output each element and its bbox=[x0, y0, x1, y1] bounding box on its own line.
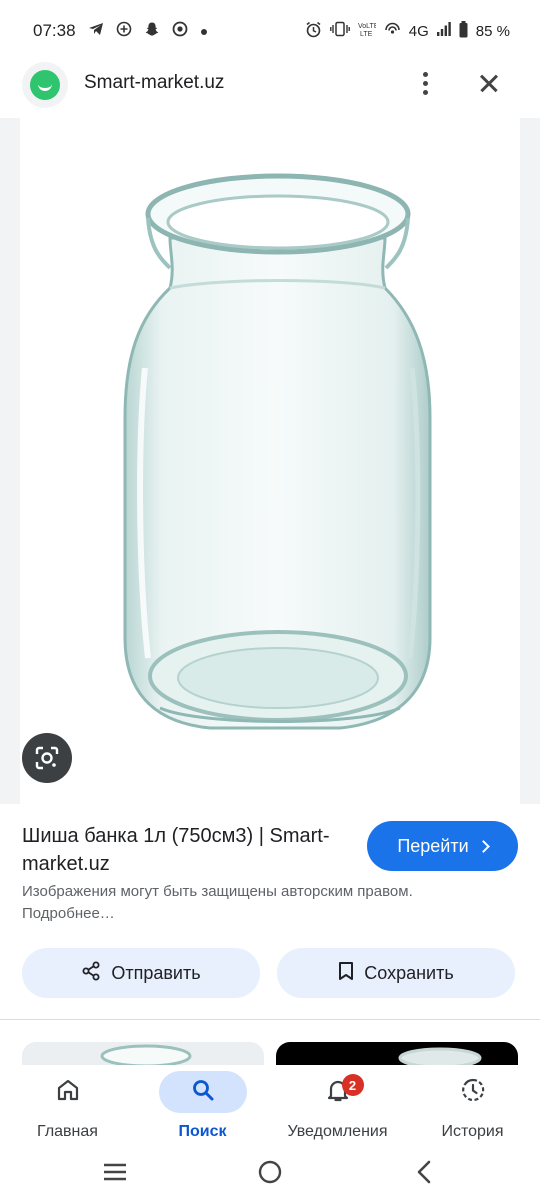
copyright-notice[interactable]: Изображения могут быть защищены авторски… bbox=[22, 881, 442, 925]
related-image-thumbnail[interactable] bbox=[22, 1042, 264, 1066]
nav-label-search: Поиск bbox=[178, 1123, 227, 1140]
telegram-icon bbox=[88, 22, 104, 40]
visit-button[interactable]: Перейти bbox=[367, 821, 518, 871]
nav-item-home[interactable]: Главная bbox=[0, 1065, 135, 1151]
network-type: 4G bbox=[408, 22, 429, 40]
signal-icon bbox=[436, 21, 451, 41]
alarm-icon bbox=[305, 21, 322, 42]
home-icon bbox=[55, 1077, 81, 1108]
volte-icon: VoLTELTE bbox=[358, 21, 379, 41]
image-preview-area bbox=[0, 118, 540, 804]
svg-text:LTE: LTE bbox=[360, 31, 373, 37]
result-title[interactable]: Шиша банка 1л (750см3) | Smart-market.uz bbox=[22, 822, 352, 878]
product-image[interactable] bbox=[20, 118, 520, 804]
bookmark-icon bbox=[338, 961, 354, 986]
recent-apps-icon[interactable] bbox=[102, 1161, 128, 1188]
site-logo[interactable] bbox=[22, 62, 68, 108]
search-icon bbox=[190, 1077, 216, 1108]
nav-label-history: История bbox=[441, 1123, 504, 1140]
nav-item-history[interactable]: История bbox=[405, 1065, 540, 1151]
site-name[interactable]: Smart-market.uz bbox=[84, 72, 224, 94]
nav-label-notifications: Уведомления bbox=[287, 1123, 388, 1140]
close-icon[interactable] bbox=[470, 64, 508, 102]
related-image-thumbnail[interactable] bbox=[276, 1042, 518, 1066]
vibrate-icon bbox=[329, 21, 350, 41]
google-lens-icon[interactable] bbox=[22, 733, 72, 783]
nav-label-home: Главная bbox=[37, 1123, 98, 1140]
save-button[interactable]: Сохранить bbox=[277, 948, 515, 998]
visit-button-label: Перейти bbox=[397, 835, 469, 856]
dot-icon bbox=[200, 23, 208, 40]
back-icon[interactable] bbox=[414, 1159, 434, 1190]
divider bbox=[0, 1019, 540, 1020]
battery-icon bbox=[459, 20, 468, 42]
bottom-navigation: Главная Поиск 2 Уведомления История bbox=[0, 1065, 540, 1151]
source-header: Smart-market.uz bbox=[0, 62, 540, 118]
hotspot-icon bbox=[384, 21, 401, 41]
nav-item-notifications[interactable]: 2 Уведомления bbox=[270, 1065, 405, 1151]
status-bar: 07:38 VoLTELTE 4G bbox=[0, 0, 540, 62]
status-time: 07:38 bbox=[33, 21, 76, 40]
add-circle-icon bbox=[116, 21, 132, 41]
save-button-label: Сохранить bbox=[364, 962, 454, 983]
share-button[interactable]: Отправить bbox=[22, 948, 260, 998]
system-navigation-bar bbox=[0, 1151, 540, 1200]
chrome-icon bbox=[172, 21, 188, 41]
notification-badge: 2 bbox=[341, 1074, 364, 1096]
snapchat-icon bbox=[144, 21, 160, 41]
share-icon bbox=[81, 961, 101, 986]
home-button-icon[interactable] bbox=[257, 1159, 283, 1190]
more-options-icon[interactable] bbox=[408, 66, 442, 100]
share-button-label: Отправить bbox=[111, 962, 201, 983]
chevron-right-icon bbox=[476, 840, 490, 853]
history-icon bbox=[459, 1076, 487, 1109]
nav-item-search[interactable]: Поиск bbox=[135, 1065, 270, 1151]
battery-level: 85 % bbox=[475, 22, 510, 40]
svg-text:VoLTE: VoLTE bbox=[358, 23, 376, 30]
